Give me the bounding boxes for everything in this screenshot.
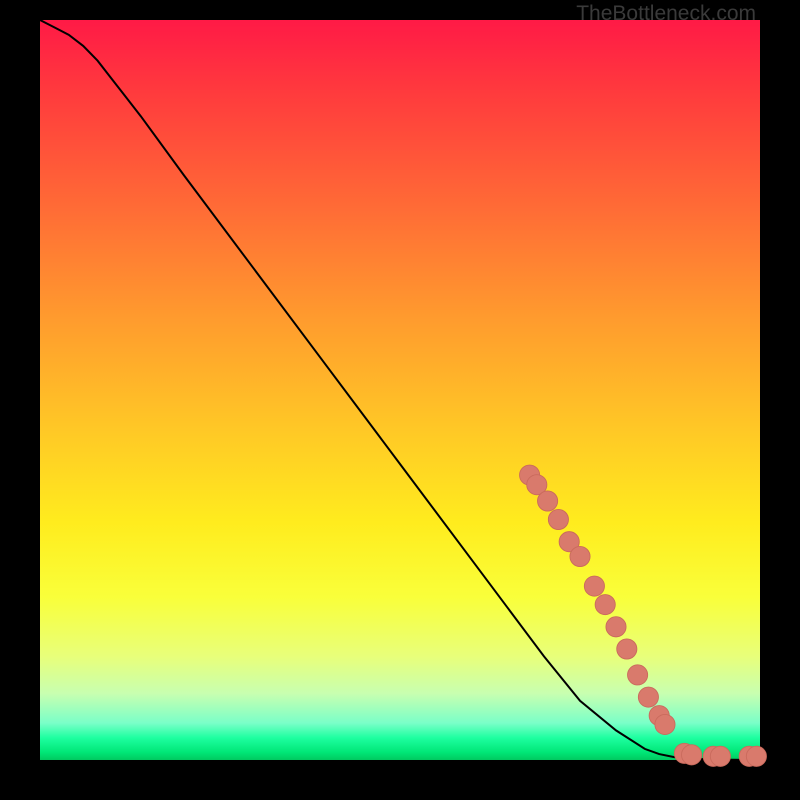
scatter-markers	[520, 465, 767, 766]
chart-svg	[40, 20, 760, 760]
chart-stage: TheBottleneck.com	[0, 0, 800, 800]
plot-area	[40, 20, 760, 760]
curve-line	[40, 20, 760, 760]
